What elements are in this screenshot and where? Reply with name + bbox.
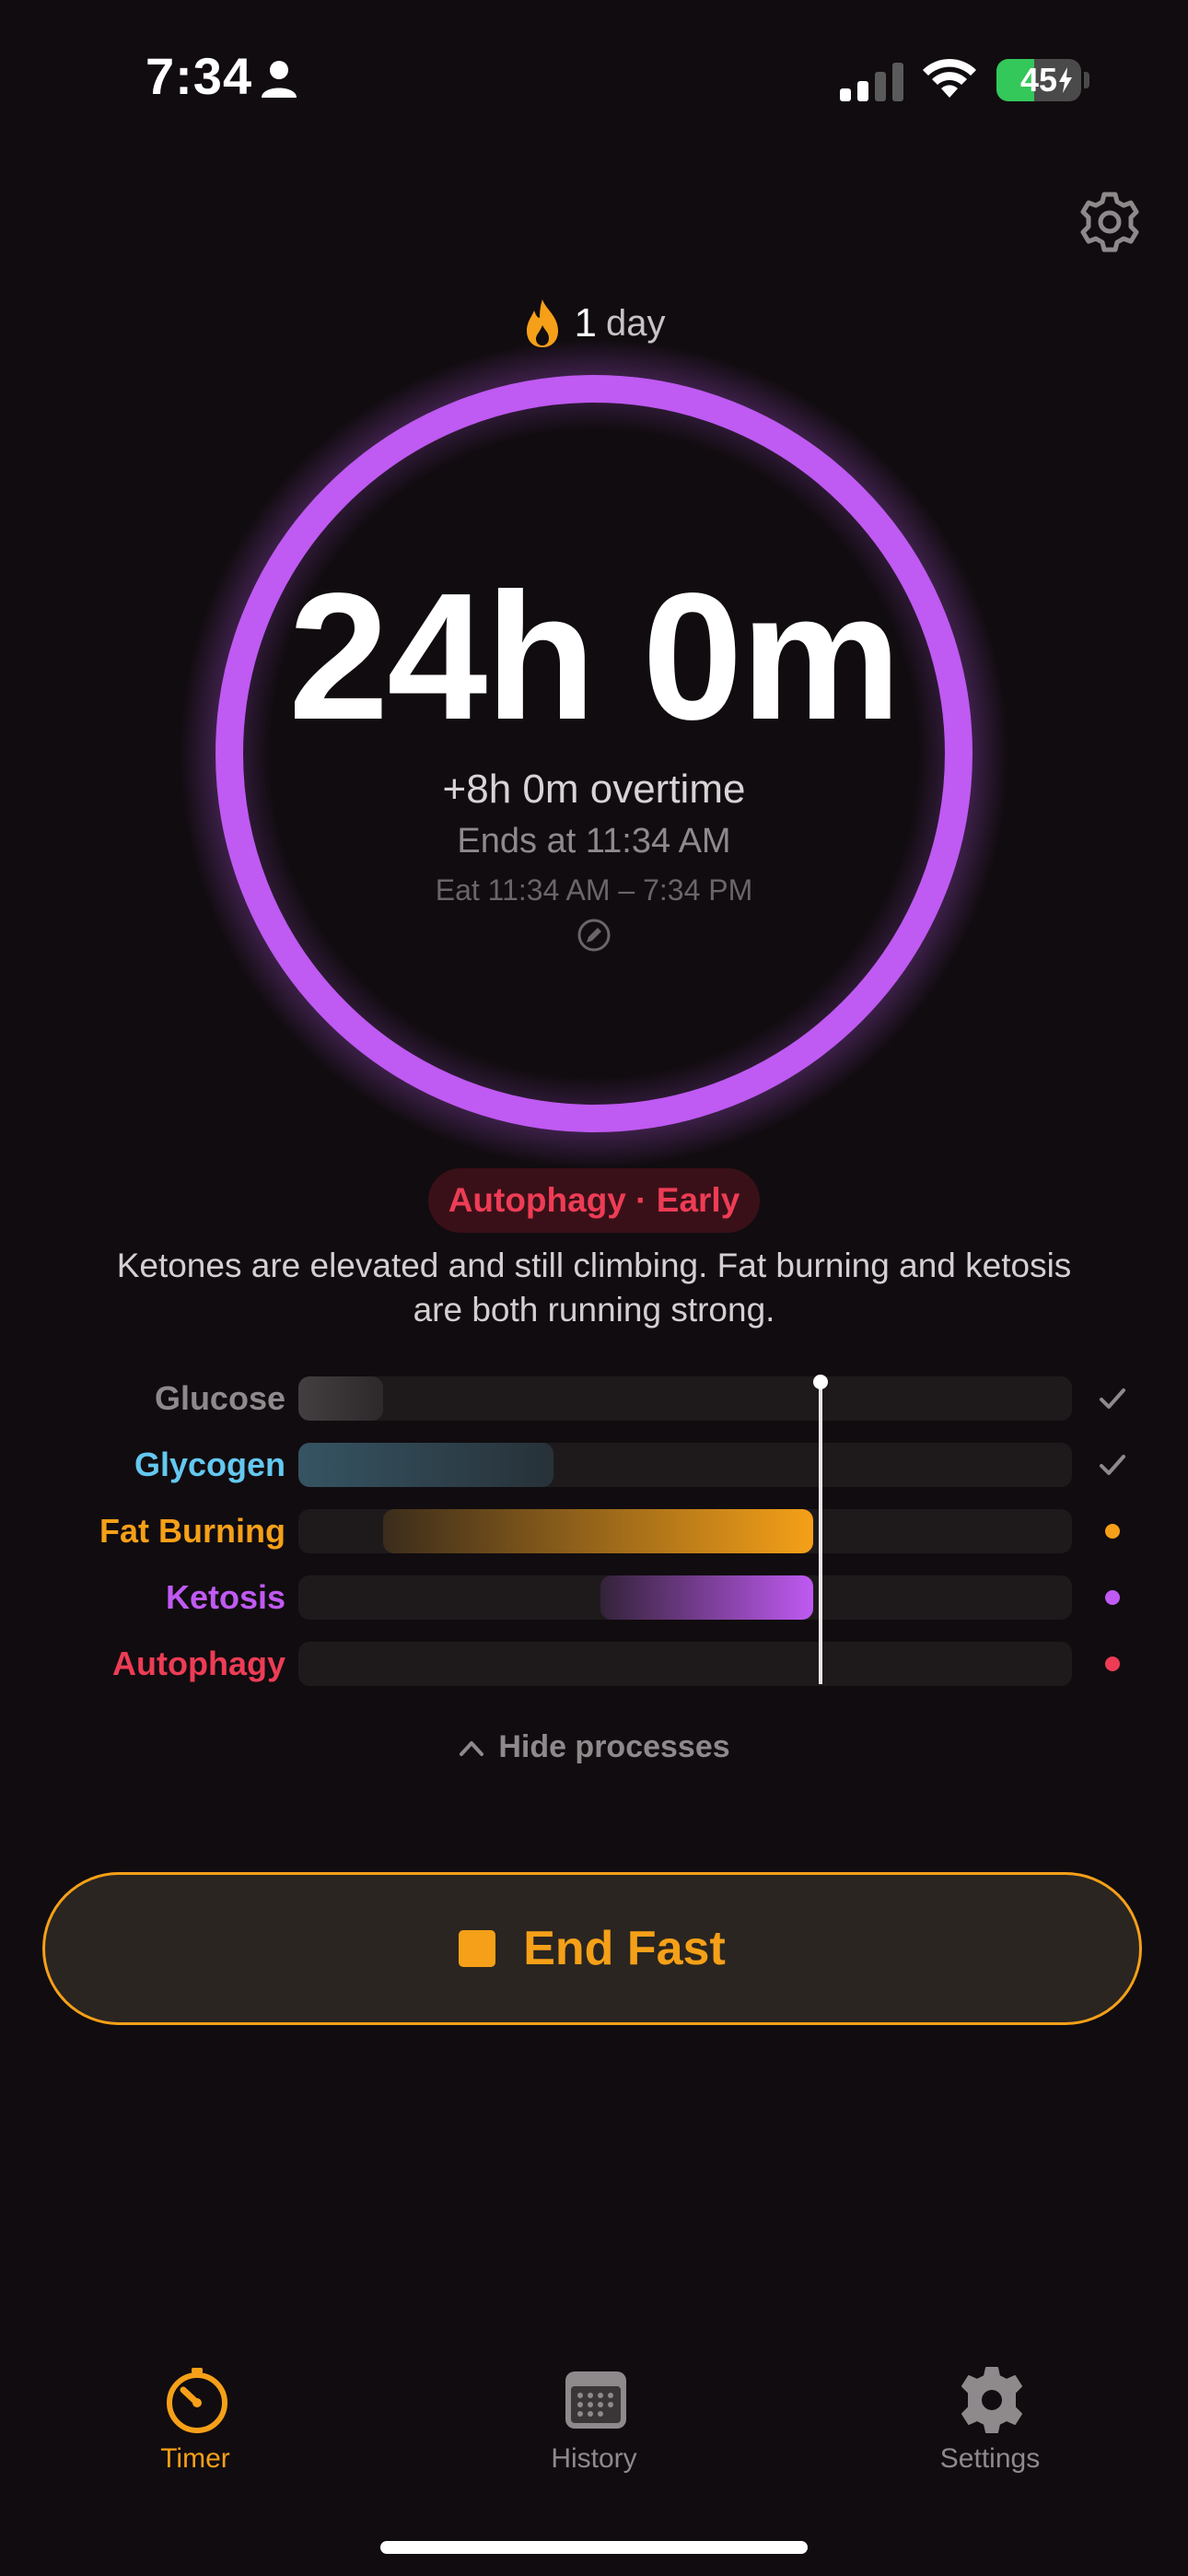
tab-history-label: History [551, 2443, 637, 2474]
process-row-fat-burning: Fat Burning [0, 1509, 1188, 1553]
hide-processes-button[interactable]: Hide processes [0, 1719, 1188, 1774]
active-dot-icon [1096, 1509, 1129, 1553]
streak-unit: day [605, 302, 666, 344]
process-track [298, 1376, 1072, 1421]
edit-schedule-icon[interactable] [576, 917, 612, 954]
end-fast-button[interactable]: End Fast [42, 1872, 1142, 2025]
process-row-glucose: Glucose [0, 1376, 1188, 1421]
tab-bar: Timer History Settings [0, 2340, 1188, 2488]
status-bar: 7:34 45 [0, 0, 1188, 157]
process-label: Glucose [154, 1379, 285, 1417]
battery-cap [1084, 72, 1089, 88]
charging-bolt-icon [1059, 67, 1072, 93]
timer-icon [167, 2368, 227, 2433]
process-row-glycogen: Glycogen [0, 1443, 1188, 1487]
process-row-autophagy: Autophagy [0, 1642, 1188, 1686]
process-label: Ketosis [165, 1578, 285, 1616]
checkmark-icon [1096, 1443, 1129, 1487]
tab-settings-label: Settings [939, 2443, 1041, 2474]
chevron-up-icon [460, 1741, 484, 1756]
phase-badge: Autophagy · Early [428, 1168, 760, 1233]
ends-at-text: Ends at 11:34 AM [457, 822, 731, 861]
checkmark-icon [1096, 1376, 1129, 1421]
cellular-signal-icon [840, 63, 903, 101]
phase-description: Ketones are elevated and still climbing.… [116, 1247, 1072, 1329]
active-dot-icon [1096, 1575, 1129, 1620]
tab-history[interactable]: History [474, 2340, 714, 2488]
process-fill [298, 1443, 554, 1487]
process-track [298, 1509, 1072, 1553]
current-time-marker [819, 1382, 822, 1684]
end-fast-label: End Fast [523, 1922, 726, 1975]
process-track [298, 1642, 1072, 1686]
process-track [298, 1575, 1072, 1620]
hide-processes-label: Hide processes [498, 1728, 730, 1764]
fasting-timer-screen: 7:34 45 1 day 24h 0m +8h 0m overtime End… [0, 0, 1188, 2576]
home-indicator [380, 2541, 808, 2554]
current-time-knob [813, 1375, 828, 1389]
overtime-text: +8h 0m overtime [442, 767, 746, 812]
process-label: Glycogen [134, 1446, 285, 1483]
process-fill [383, 1509, 813, 1553]
process-track [298, 1443, 1072, 1487]
process-row-ketosis: Ketosis [0, 1575, 1188, 1620]
tab-timer[interactable]: Timer [76, 2340, 315, 2488]
tab-timer-label: Timer [160, 2443, 230, 2474]
battery-indicator: 45 [996, 59, 1081, 101]
eat-window-text: Eat 11:34 AM – 7:34 PM [435, 873, 753, 907]
stop-icon [459, 1930, 496, 1967]
status-time: 7:34 [146, 47, 253, 105]
calendar-icon [565, 2371, 626, 2429]
process-fill [600, 1575, 813, 1620]
gear-icon [961, 2367, 1022, 2433]
elapsed-time: 24h 0m [288, 556, 901, 757]
settings-gear-icon[interactable] [1077, 190, 1142, 254]
process-label: Autophagy [112, 1645, 285, 1682]
active-dot-icon [1096, 1642, 1129, 1686]
process-fill [298, 1376, 384, 1421]
wifi-icon [923, 58, 976, 98]
process-label: Fat Burning [99, 1512, 285, 1550]
person-icon [262, 61, 297, 98]
tab-settings[interactable]: Settings [870, 2340, 1110, 2488]
